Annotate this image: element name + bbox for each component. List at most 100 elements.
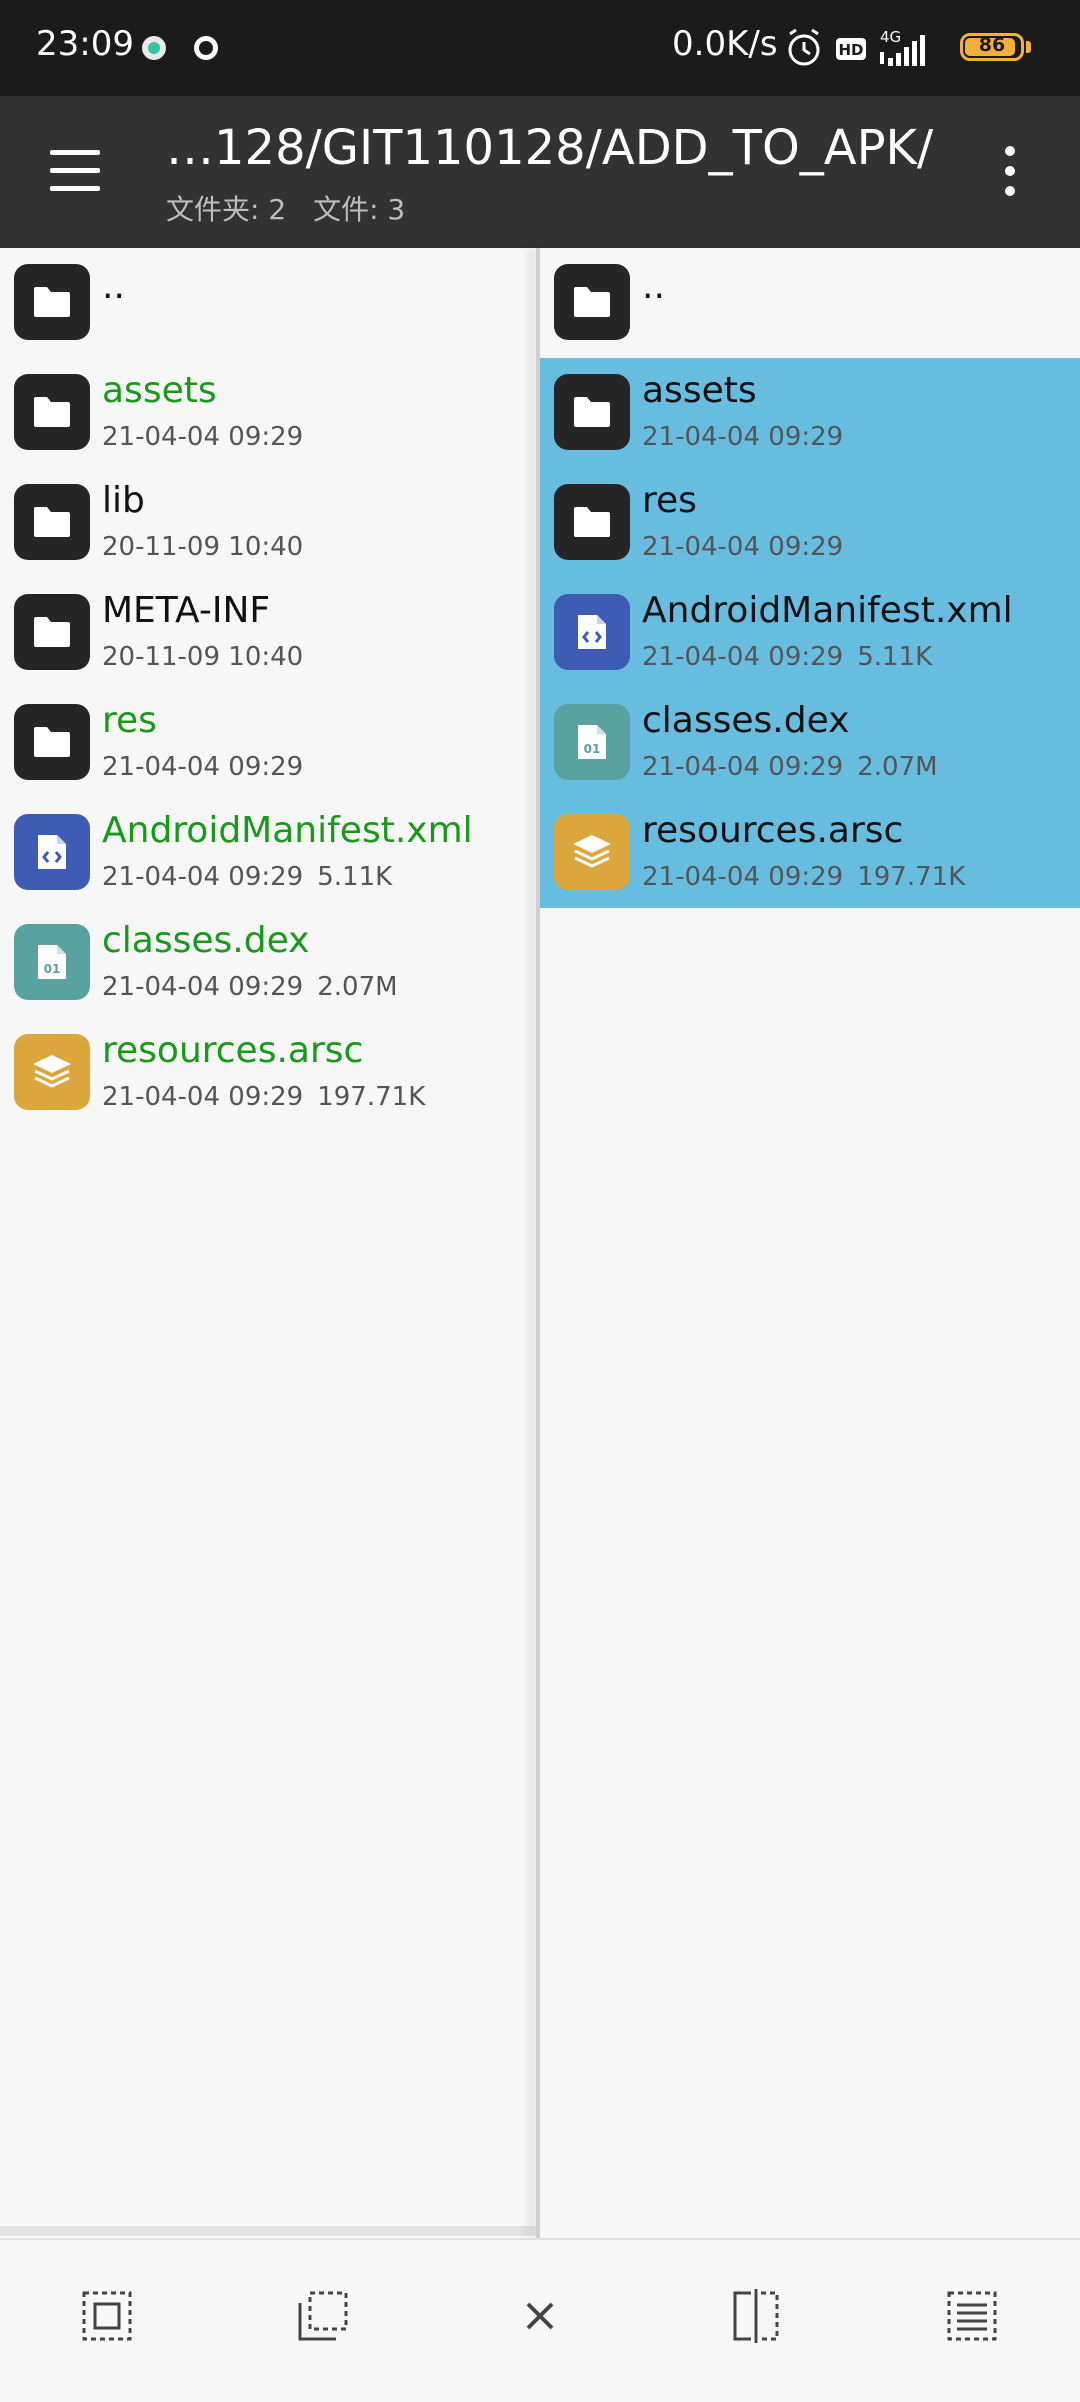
file-name: assets (102, 370, 217, 411)
file-meta: 21-04-04 09:29 5.11K (642, 642, 946, 672)
file-meta: 21-04-04 09:29 197.71K (102, 1082, 439, 1112)
file-name: resources.arsc (102, 1030, 364, 1071)
file-meta: 21-04-04 09:29 (642, 422, 857, 452)
file-date: 21-04-04 09:29 (102, 422, 304, 452)
arsc-file-icon (554, 814, 630, 890)
file-meta: 21-04-04 09:29 (102, 422, 317, 452)
xml-file-icon (554, 594, 630, 670)
file-row[interactable]: assets 21-04-04 09:29 (0, 358, 536, 468)
path-summary: 文件夹: 2 文件: 3 (166, 188, 423, 228)
file-row[interactable]: res 21-04-04 09:29 (0, 688, 536, 798)
file-name: res (102, 700, 157, 741)
parent-dir-row[interactable]: .. (0, 248, 536, 358)
file-date: 21-04-04 09:29 (642, 862, 844, 892)
file-date: 21-04-04 09:29 (102, 972, 304, 1002)
status-bar: 23:09 0.0K/s HD 4G 86 (0, 0, 1080, 96)
status-time: 23:09 (36, 24, 134, 64)
arsc-file-icon (14, 1034, 90, 1110)
folder-icon (14, 594, 90, 670)
hamburger-menu-icon[interactable] (44, 140, 106, 202)
close-icon[interactable] (508, 2284, 572, 2348)
file-date: 21-04-04 09:29 (102, 1082, 304, 1112)
4g-signal-icon: 4G (880, 28, 925, 66)
file-meta: 21-04-04 09:29 5.11K (102, 862, 406, 892)
battery-icon: 86 (960, 33, 1024, 61)
folder-count: 文件夹: 2 (166, 193, 287, 226)
parent-dir-label: .. (102, 266, 125, 307)
list-select-icon[interactable] (940, 2284, 1004, 2348)
file-name: assets (642, 370, 757, 411)
file-size: 5.11K (317, 862, 393, 892)
file-row[interactable]: assets 21-04-04 09:29 (540, 358, 1080, 468)
left-file-pane[interactable]: .. assets 21-04-04 09:29 lib 20-11-09 10:40… (0, 248, 536, 2238)
file-date: 20-11-09 10:40 (102, 642, 304, 672)
select-all-icon[interactable] (75, 2284, 139, 2348)
file-row[interactable]: 01 classes.dex 21-04-04 09:29 2.07M (0, 908, 536, 1018)
svg-text:01: 01 (44, 962, 61, 976)
folder-icon (14, 374, 90, 450)
svg-text:HD: HD (838, 41, 863, 59)
file-row[interactable]: resources.arsc 21-04-04 09:29 197.71K (0, 1018, 536, 1128)
file-name: classes.dex (642, 700, 850, 741)
file-row[interactable]: resources.arsc 21-04-04 09:29 197.71K (540, 798, 1080, 908)
file-size: 5.11K (857, 642, 933, 672)
alarm-icon (788, 28, 820, 66)
more-vert-icon[interactable] (990, 142, 1030, 202)
file-meta: 21-04-04 09:29 (102, 752, 317, 782)
folder-icon (14, 704, 90, 780)
notification-dot-icon (142, 36, 166, 60)
file-name: classes.dex (102, 920, 310, 961)
select-range-icon[interactable] (291, 2284, 355, 2348)
file-name: lib (102, 480, 145, 521)
current-path[interactable]: …128/GIT110128/ADD_TO_APK/ (166, 120, 933, 176)
file-name: res (642, 480, 697, 521)
dex-file-icon: 01 (554, 704, 630, 780)
battery-level: 86 (978, 34, 1006, 56)
svg-text:4G: 4G (880, 28, 901, 46)
file-date: 21-04-04 09:29 (102, 862, 304, 892)
file-meta: 21-04-04 09:29 2.07M (642, 752, 952, 782)
file-name: AndroidManifest.xml (102, 810, 473, 851)
file-date: 21-04-04 09:29 (642, 642, 844, 672)
file-size: 197.71K (317, 1082, 426, 1112)
hd-icon: HD (836, 38, 866, 60)
file-row[interactable]: 01 classes.dex 21-04-04 09:29 2.07M (540, 688, 1080, 798)
file-row[interactable]: AndroidManifest.xml 21-04-04 09:29 5.11K (540, 578, 1080, 688)
file-size: 197.71K (857, 862, 966, 892)
file-count: 文件: 3 (313, 193, 406, 226)
file-size: 2.07M (857, 752, 938, 782)
file-meta: 21-04-04 09:29 (642, 532, 857, 562)
parent-dir-row[interactable]: .. (540, 248, 1080, 358)
xml-file-icon (14, 814, 90, 890)
pane-bottom-edge (0, 2226, 536, 2236)
split-view-icon[interactable] (724, 2284, 788, 2348)
folder-icon (14, 264, 90, 340)
folder-icon (14, 484, 90, 560)
file-date: 21-04-04 09:29 (642, 422, 844, 452)
file-row[interactable]: AndroidManifest.xml 21-04-04 09:29 5.11K (0, 798, 536, 908)
file-meta: 20-11-09 10:40 (102, 532, 317, 562)
file-meta: 21-04-04 09:29 2.07M (102, 972, 412, 1002)
file-row[interactable]: META-INF 20-11-09 10:40 (0, 578, 536, 688)
file-date: 20-11-09 10:40 (102, 532, 304, 562)
vpn-icon (194, 36, 218, 60)
folder-icon (554, 374, 630, 450)
file-date: 21-04-04 09:29 (642, 532, 844, 562)
file-date: 21-04-04 09:29 (642, 752, 844, 782)
file-name: AndroidManifest.xml (642, 590, 1013, 631)
bottom-action-bar (0, 2238, 1080, 2402)
file-name: META-INF (102, 590, 271, 631)
file-name: resources.arsc (642, 810, 904, 851)
file-size: 2.07M (317, 972, 398, 1002)
right-file-pane[interactable]: .. assets 21-04-04 09:29 res 21-04-04 09:29… (540, 248, 1080, 2238)
network-speed: 0.0K/s (672, 24, 778, 64)
status-icons: HD 4G (788, 28, 925, 66)
file-meta: 21-04-04 09:29 197.71K (642, 862, 979, 892)
folder-icon (554, 484, 630, 560)
file-meta: 20-11-09 10:40 (102, 642, 317, 672)
file-row[interactable]: res 21-04-04 09:29 (540, 468, 1080, 578)
svg-text:01: 01 (584, 742, 601, 756)
folder-icon (554, 264, 630, 340)
file-row[interactable]: lib 20-11-09 10:40 (0, 468, 536, 578)
dex-file-icon: 01 (14, 924, 90, 1000)
